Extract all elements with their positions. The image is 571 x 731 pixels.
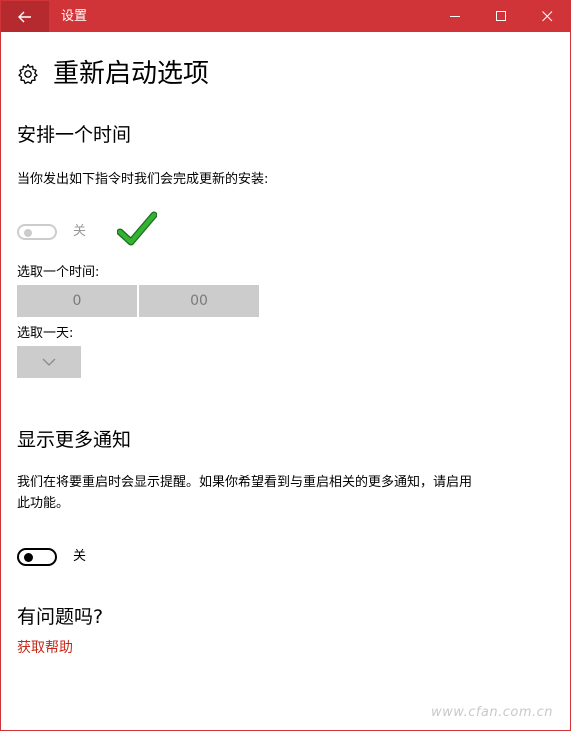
- arrow-left-icon: [18, 11, 31, 22]
- help-heading: 有问题吗?: [17, 606, 104, 628]
- chevron-down-icon: [42, 358, 56, 366]
- toggle-knob: [24, 553, 33, 562]
- minimize-icon: [449, 16, 460, 17]
- title-bar: 设置: [1, 1, 570, 32]
- window-title: 设置: [61, 9, 88, 24]
- close-icon: [541, 11, 552, 22]
- close-button[interactable]: [524, 1, 570, 32]
- get-help-link[interactable]: 获取帮助: [17, 638, 73, 658]
- day-picker[interactable]: [17, 346, 81, 378]
- gear-icon: [17, 63, 39, 85]
- notifications-toggle-label: 关: [73, 549, 87, 564]
- back-button[interactable]: [1, 1, 49, 32]
- time-picker: 0 00: [17, 285, 259, 317]
- green-checkmark-icon: [117, 211, 157, 246]
- page-header: 重新启动选项: [17, 57, 209, 91]
- notifications-toggle[interactable]: [17, 548, 57, 566]
- notifications-description-line2: 此功能。: [17, 496, 70, 511]
- notifications-heading: 显示更多通知: [17, 429, 132, 451]
- maximize-icon: [495, 11, 506, 21]
- page-title: 重新启动选项: [53, 59, 210, 89]
- maximize-button[interactable]: [478, 1, 524, 32]
- watermark: www.cfan.com.cn: [431, 705, 554, 720]
- schedule-toggle-label: 关: [73, 224, 87, 239]
- schedule-description: 当你发出如下指令时我们会完成更新的安装:: [17, 172, 269, 187]
- minimize-button[interactable]: [432, 1, 478, 32]
- settings-window: 设置 重新启动选项 安排一个时间 当你发出如下指令时我们会完成更新的安装: 关 …: [0, 0, 571, 731]
- pick-time-label: 选取一个时间:: [17, 265, 100, 280]
- toggle-knob: [24, 229, 32, 237]
- pick-day-label: 选取一天:: [17, 326, 74, 341]
- schedule-toggle[interactable]: [17, 224, 57, 240]
- minute-picker[interactable]: 00: [139, 285, 259, 317]
- notifications-description-line1: 我们在将要重启时会显示提醒。如果你希望看到与重启相关的更多通知，请启用: [17, 475, 473, 490]
- hour-picker[interactable]: 0: [17, 285, 137, 317]
- schedule-heading: 安排一个时间: [17, 124, 132, 146]
